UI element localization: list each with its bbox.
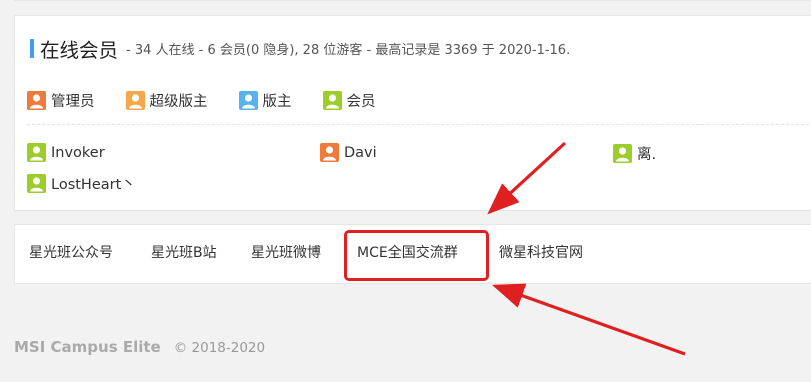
footer-brand: MSI Campus Elite [14, 338, 161, 356]
legend-label: 管理员 [51, 94, 95, 110]
legend-item-super-moderator: 超级版主 [125, 90, 208, 111]
user-icon [27, 174, 46, 193]
member-name: LostHeart丶 [51, 177, 136, 193]
legend-item-moderator: 版主 [238, 90, 292, 111]
user-icon [613, 144, 632, 163]
title-accent-bar [30, 38, 34, 58]
link-wechat-official[interactable]: 星光班公众号 [29, 241, 113, 265]
legend-label: 会员 [346, 94, 376, 110]
member-link-lostheart[interactable]: LostHeart丶 [27, 173, 136, 194]
link-bilibili[interactable]: 星光班B站 [151, 241, 217, 265]
user-icon [322, 91, 342, 110]
legend-item-admin: 管理员 [27, 90, 95, 111]
user-icon [125, 91, 145, 110]
site-footer: MSI Campus Elite © 2018-2020 [14, 338, 265, 356]
online-stats: - 34 人在线 - 6 会员(0 隐身), 28 位游客 - 最高记录是 33… [126, 42, 571, 58]
user-icon [27, 143, 46, 162]
user-icon [320, 143, 339, 162]
role-legend: 管理员 超级版主 版主 会员 [27, 90, 407, 111]
member-link-invoker[interactable]: Invoker [27, 143, 105, 162]
annotation-arrow-up [491, 283, 686, 356]
online-header: 在线会员 - 34 人在线 - 6 会员(0 隐身), 28 位游客 - 最高记… [30, 36, 571, 62]
online-title: 在线会员 [40, 38, 119, 62]
legend-divider [27, 124, 811, 125]
link-mce-group[interactable]: MCE全国交流群 [357, 241, 458, 265]
member-name: Invoker [51, 144, 105, 161]
member-name: 离. [637, 147, 657, 163]
friend-links-bar: 星光班公众号 星光班B站 星光班微博 MCE全国交流群 微星科技官网 [14, 224, 811, 284]
link-msi-website[interactable]: 微星科技官网 [499, 241, 583, 265]
legend-label: 超级版主 [149, 94, 208, 110]
footer-copyright: © 2018-2020 [173, 340, 266, 356]
online-members-panel: 在线会员 - 34 人在线 - 6 会员(0 隐身), 28 位游客 - 最高记… [14, 15, 811, 211]
user-icon [238, 91, 258, 110]
link-weibo[interactable]: 星光班微博 [251, 241, 321, 265]
legend-item-member: 会员 [322, 90, 376, 111]
member-link-li[interactable]: 离. [613, 143, 656, 164]
member-link-davi[interactable]: Davi [320, 143, 377, 162]
top-card-edge [14, 0, 811, 1]
user-icon [27, 91, 46, 110]
legend-label: 版主 [262, 94, 292, 110]
member-name: Davi [344, 144, 377, 161]
